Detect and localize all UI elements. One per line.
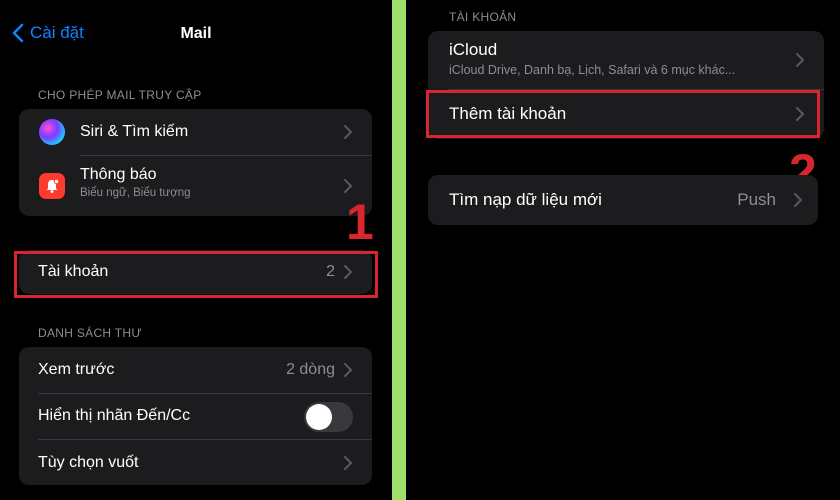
mail-settings-panel: Cài đặt Mail CHO PHÉP MAIL TRUY CẬP Siri… bbox=[0, 0, 392, 500]
chevron-right-icon bbox=[344, 456, 352, 470]
icloud-label: iCloud bbox=[449, 40, 498, 59]
fetch-value: Push bbox=[737, 190, 776, 209]
notification-icon bbox=[39, 173, 65, 199]
access-group: Siri & Tìm kiếm Thông báo Biểu ngữ, Biểu… bbox=[19, 109, 372, 216]
show-to-cc-row: Hiển thị nhãn Đến/Cc bbox=[19, 394, 372, 439]
notifications-label: Thông báo bbox=[80, 166, 157, 183]
section-header-access: CHO PHÉP MAIL TRUY CẬP bbox=[38, 88, 202, 102]
show-to-cc-label: Hiển thị nhãn Đến/Cc bbox=[38, 407, 191, 424]
preview-row[interactable]: Xem trước 2 dòng bbox=[19, 347, 372, 393]
show-to-cc-toggle[interactable] bbox=[304, 402, 353, 432]
fetch-group: Tìm nạp dữ liệu mới Push bbox=[428, 175, 818, 225]
notifications-row[interactable]: Thông báo Biểu ngữ, Biểu tượng bbox=[19, 156, 372, 216]
icloud-row[interactable]: iCloud iCloud Drive, Danh bạ, Lịch, Safa… bbox=[428, 31, 824, 89]
chevron-right-icon bbox=[344, 125, 352, 139]
highlight-box-accounts bbox=[14, 251, 378, 298]
siri-icon bbox=[39, 119, 65, 145]
message-list-group: Xem trước 2 dòng Hiển thị nhãn Đến/Cc Tù… bbox=[19, 347, 372, 485]
accounts-panel: TÀI KHOẢN iCloud iCloud Drive, Danh bạ, … bbox=[406, 0, 840, 500]
chevron-right-icon bbox=[794, 193, 802, 207]
swipe-options-label: Tùy chọn vuốt bbox=[38, 454, 139, 471]
icloud-sublabel: iCloud Drive, Danh bạ, Lịch, Safari và 6… bbox=[449, 63, 736, 77]
step-marker-1: 1 bbox=[346, 194, 374, 250]
fetch-new-data-label: Tìm nạp dữ liệu mới bbox=[449, 190, 602, 209]
panel-divider bbox=[392, 0, 406, 500]
toggle-knob bbox=[306, 404, 332, 430]
notifications-sublabel: Biểu ngữ, Biểu tượng bbox=[80, 187, 191, 199]
fetch-new-data-row[interactable]: Tìm nạp dữ liệu mới Push bbox=[428, 175, 818, 225]
preview-value: 2 dòng bbox=[286, 361, 335, 378]
section-header-message-list: DANH SÁCH THƯ bbox=[38, 326, 142, 340]
chevron-right-icon bbox=[344, 179, 352, 193]
siri-search-label: Siri & Tìm kiếm bbox=[80, 123, 189, 140]
section-header-accounts: TÀI KHOẢN bbox=[449, 10, 517, 24]
page-title: Mail bbox=[180, 25, 212, 42]
chevron-right-icon bbox=[796, 53, 804, 67]
highlight-box-add-account bbox=[426, 90, 820, 138]
swipe-options-row[interactable]: Tùy chọn vuốt bbox=[19, 440, 372, 485]
preview-label: Xem trước bbox=[38, 361, 115, 378]
chevron-right-icon bbox=[344, 363, 352, 377]
siri-search-row[interactable]: Siri & Tìm kiếm bbox=[19, 109, 372, 155]
